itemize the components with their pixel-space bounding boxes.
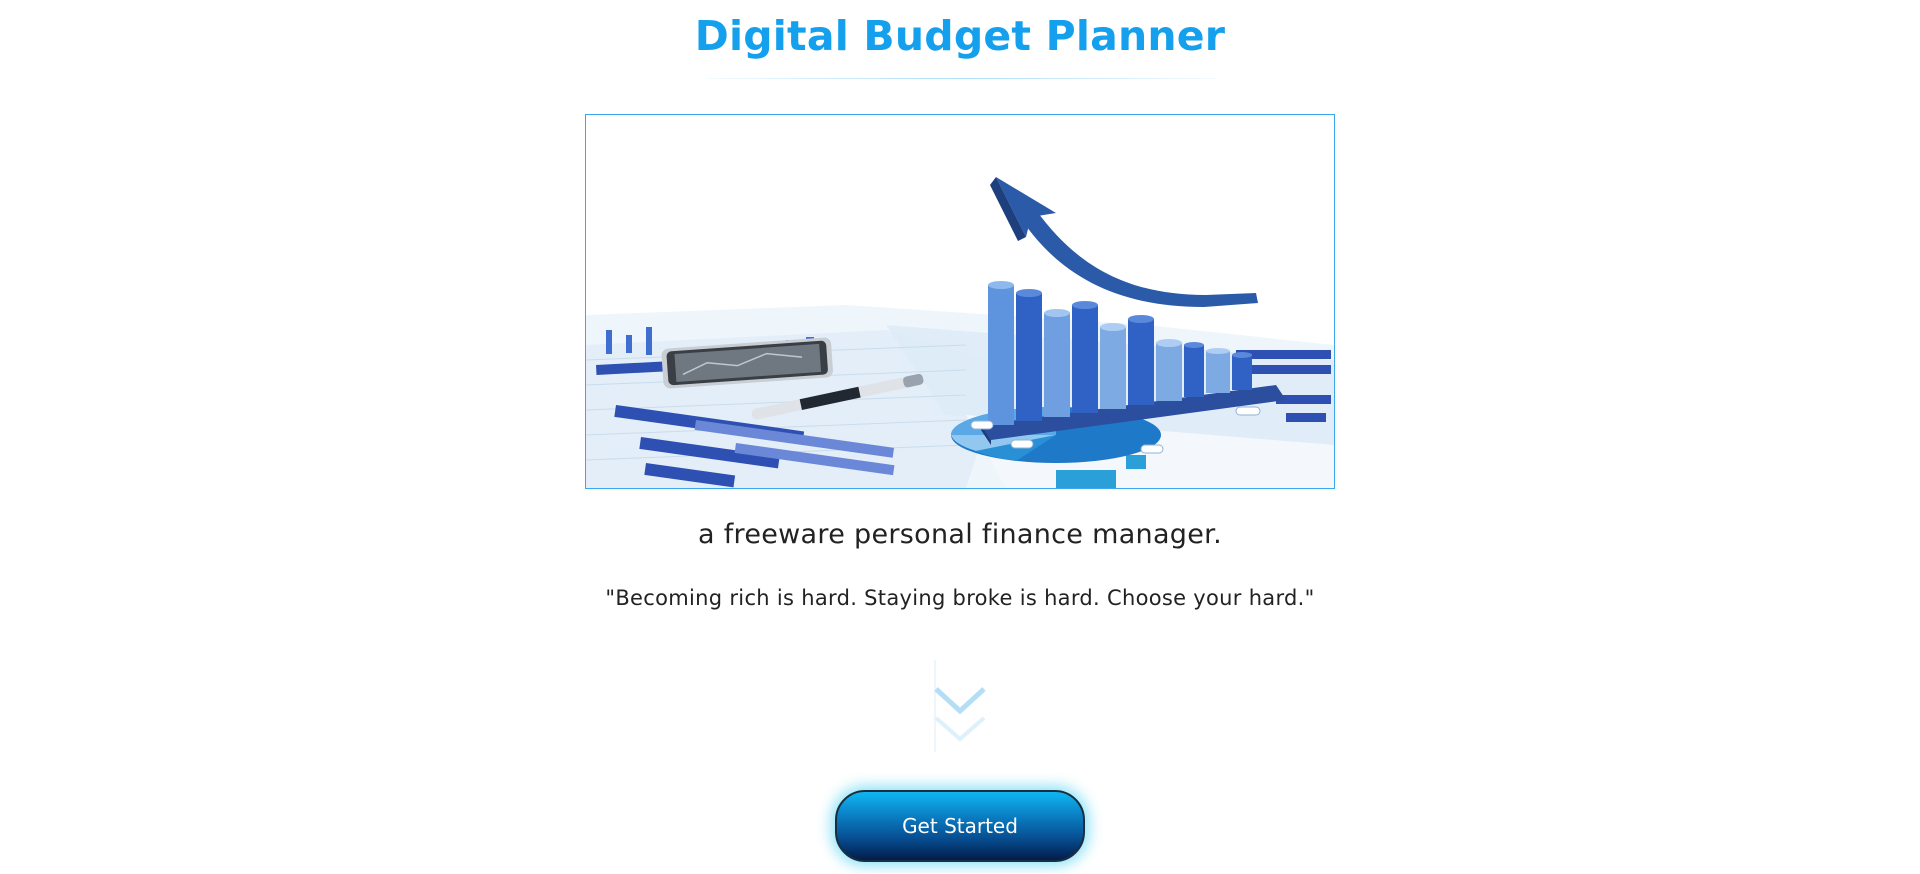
finance-chart-illustration <box>586 177 1334 488</box>
quote-text: "Becoming rich is hard. Staying broke is… <box>605 586 1315 610</box>
landing-page: Digital Budget Planner a freeware person… <box>0 0 1920 874</box>
title-underline <box>708 78 1216 79</box>
get-started-button[interactable]: Get Started <box>835 790 1085 862</box>
tagline: a freeware personal finance manager. <box>698 519 1222 550</box>
chevron-down-icon <box>934 660 986 752</box>
hero-image <box>585 114 1335 489</box>
scroll-down-indicator[interactable] <box>934 660 986 752</box>
page-title: Digital Budget Planner <box>694 12 1226 60</box>
